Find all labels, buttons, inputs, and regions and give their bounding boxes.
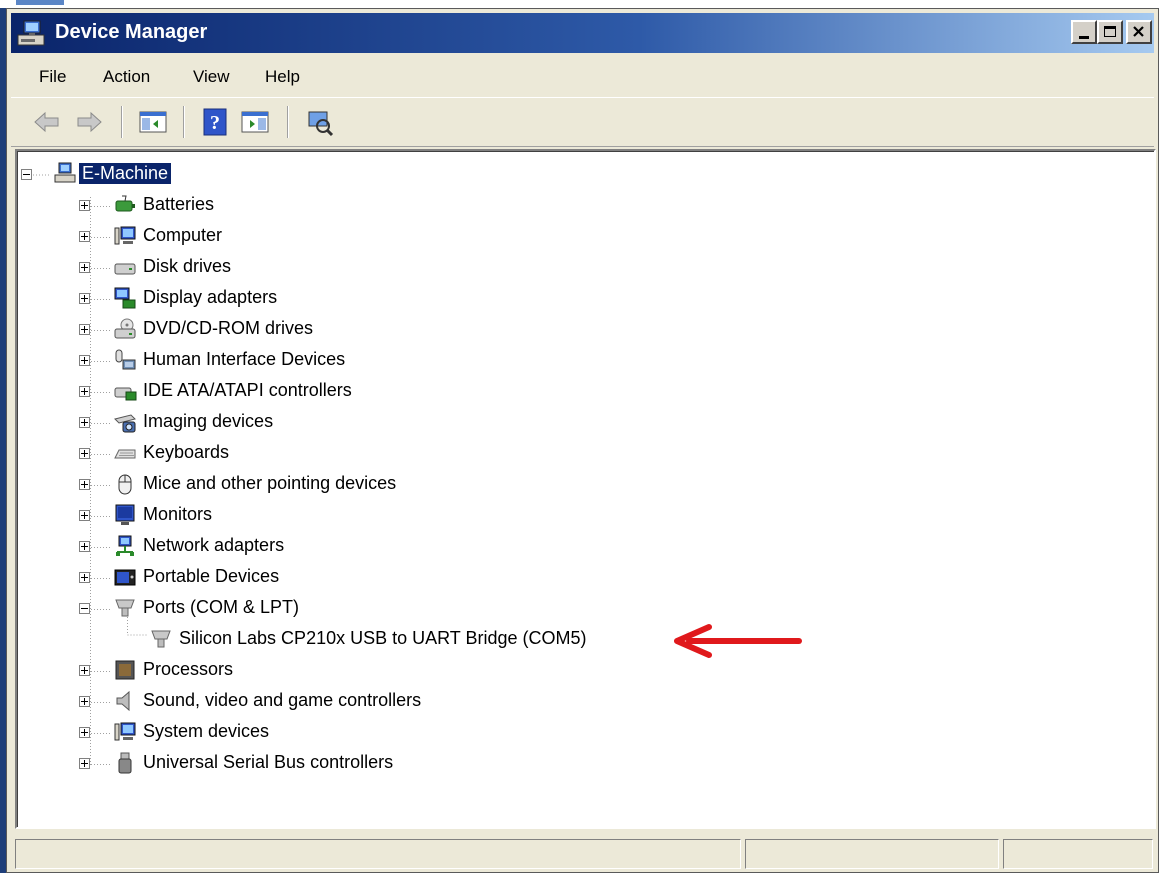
toolbar: ?: [11, 97, 1154, 147]
back-icon[interactable]: [31, 106, 63, 138]
menu-view[interactable]: View: [193, 67, 230, 87]
toolbar-separator: [287, 106, 289, 138]
device-tree[interactable]: E-Machine Batteries Computer Disk drives…: [15, 149, 1156, 829]
help-icon[interactable]: ?: [199, 106, 231, 138]
tree-connectors: [91, 206, 111, 765]
toolbar-separator: [183, 106, 185, 138]
properties-icon[interactable]: [239, 106, 271, 138]
status-bar: [15, 837, 1156, 871]
scan-hardware-icon[interactable]: [303, 106, 335, 138]
menu-bar: File Action View Help: [11, 59, 1154, 93]
window-title: Device Manager: [55, 21, 208, 43]
forward-icon[interactable]: [73, 106, 105, 138]
close-button[interactable]: [1126, 20, 1152, 44]
toolbar-separator: [121, 106, 123, 138]
svg-text:?: ?: [210, 112, 220, 134]
title-bar[interactable]: Device Manager: [11, 13, 1154, 53]
menu-help[interactable]: Help: [265, 67, 300, 87]
status-pane-2: [745, 839, 999, 869]
status-pane-main: [15, 839, 741, 869]
taskbar-fragment: [16, 0, 64, 5]
close-icon: [1133, 26, 1144, 37]
device-manager-window: Device Manager File Action View Help ? E…: [6, 8, 1159, 873]
status-pane-3: [1003, 839, 1153, 869]
show-hide-console-tree-icon[interactable]: [137, 106, 169, 138]
annotation-arrow-icon: [674, 624, 802, 658]
minimize-button[interactable]: [1071, 20, 1097, 44]
screen-top-strip: [0, 0, 1165, 8]
menu-file[interactable]: File: [39, 67, 66, 87]
menu-action[interactable]: Action: [103, 67, 150, 87]
maximize-button[interactable]: [1097, 20, 1123, 44]
device-manager-icon: [17, 20, 45, 46]
